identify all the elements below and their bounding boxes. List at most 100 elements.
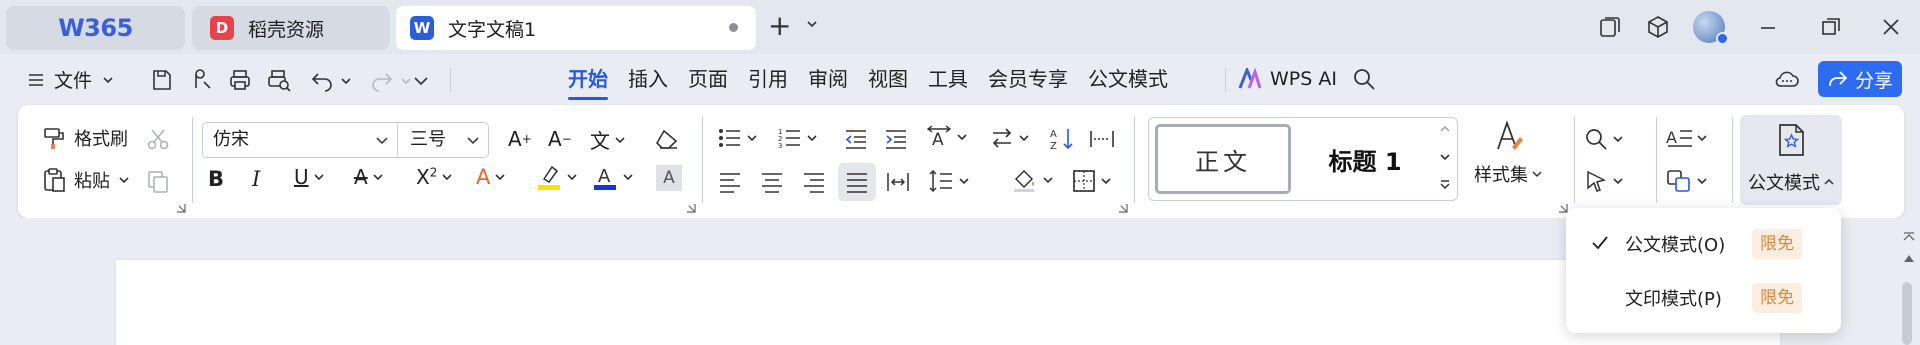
select-cursor-icon xyxy=(1587,170,1607,192)
scroll-up-icon[interactable] xyxy=(1902,252,1916,264)
style-set-button[interactable]: 样式集 xyxy=(1474,119,1542,187)
menu-item-label: 公文模式(O) xyxy=(1625,235,1726,256)
align-center-icon[interactable] xyxy=(760,171,784,193)
shrink-font-icon[interactable]: A − xyxy=(548,127,572,151)
text-layout-button[interactable]: A xyxy=(1666,127,1708,149)
cut-icon[interactable] xyxy=(146,127,170,151)
dialog-launcher-icon[interactable] xyxy=(686,203,696,213)
tab-view[interactable]: 视图 xyxy=(858,64,918,94)
tab-start[interactable]: 开始 xyxy=(558,64,618,100)
print-preview-icon[interactable] xyxy=(266,68,292,92)
wps-ai-button[interactable]: WPS AI xyxy=(1238,68,1337,90)
text-direction-button[interactable]: A xyxy=(926,125,968,149)
distribute-icon[interactable] xyxy=(886,171,910,193)
superscript-button[interactable]: X2 xyxy=(416,165,453,189)
style-heading-1[interactable]: 标题 1 xyxy=(1305,128,1425,190)
show-marks-icon[interactable] xyxy=(1090,129,1114,149)
paste-button[interactable]: 粘贴 xyxy=(42,167,130,193)
gallery-up-icon[interactable] xyxy=(1439,124,1451,134)
window-switch-icon[interactable] xyxy=(1598,15,1622,39)
scroll-page-up-icon[interactable] xyxy=(1902,228,1916,242)
find-button[interactable] xyxy=(1584,127,1624,151)
increase-indent-icon[interactable] xyxy=(884,128,908,150)
paste-icon xyxy=(44,168,65,192)
style-set-icon xyxy=(1497,120,1523,150)
file-menu[interactable]: 文件 xyxy=(28,66,114,93)
new-tab-plus-icon[interactable]: + xyxy=(768,12,791,40)
document-page[interactable] xyxy=(116,260,1780,345)
tab-references[interactable]: 引用 xyxy=(738,64,798,94)
menu-item-print-mode[interactable]: 文印模式(P) 限免 xyxy=(1566,276,1841,320)
tab-home-w365[interactable]: W365 xyxy=(6,6,185,50)
character-shading-icon[interactable]: A xyxy=(656,165,682,191)
save-icon[interactable] xyxy=(150,68,174,92)
gongwen-mode-button[interactable]: 公文模式 xyxy=(1740,115,1842,205)
tab-tools[interactable]: 工具 xyxy=(918,64,978,94)
highlighter-icon xyxy=(538,165,560,190)
close-icon[interactable] xyxy=(1880,16,1902,38)
cloud-icon[interactable] xyxy=(1774,67,1800,91)
select-button[interactable] xyxy=(1584,169,1624,193)
redo-icon[interactable] xyxy=(370,68,394,92)
tab-document-1[interactable]: W 文字文稿1 xyxy=(396,6,756,50)
menu-bar: 文件 开始 插入 页面 引用 审阅 视图 工具 会员专享 公文模式 WPS AI… xyxy=(0,54,1920,104)
align-justify-button[interactable] xyxy=(838,163,876,201)
print-icon[interactable] xyxy=(228,68,252,92)
text-effect-button[interactable]: A xyxy=(476,165,506,189)
unsaved-indicator[interactable] xyxy=(729,23,738,32)
bullet-list-button[interactable] xyxy=(718,127,758,149)
borders-button[interactable] xyxy=(1072,169,1112,193)
dialog-launcher-icon[interactable] xyxy=(1118,203,1128,213)
menu-item-gongwen-mode[interactable]: 公文模式(O) 限免 xyxy=(1566,222,1841,266)
grow-font-icon[interactable]: A + xyxy=(508,127,532,151)
chevron-down-icon[interactable] xyxy=(806,18,818,30)
copy-icon[interactable] xyxy=(146,169,170,195)
highlight-button[interactable] xyxy=(536,163,578,191)
tab-gongwen[interactable]: 公文模式 xyxy=(1078,64,1178,94)
tab-docer-resources[interactable]: D 稻壳资源 xyxy=(192,6,390,50)
italic-icon[interactable]: I xyxy=(252,167,260,191)
restore-icon[interactable] xyxy=(1820,16,1842,38)
ribbon: 格式刷 粘贴 仿宋 三号 A + A − 文 B I U A X2 A A A 12… xyxy=(18,105,1904,218)
line-spacing-button[interactable] xyxy=(928,169,970,193)
divider xyxy=(702,117,703,203)
share-button[interactable]: 分享 xyxy=(1818,61,1902,97)
sort-icon[interactable]: AZ xyxy=(1050,127,1076,151)
share-icon xyxy=(1829,71,1847,86)
tab-review[interactable]: 审阅 xyxy=(798,64,858,94)
align-justify-icon xyxy=(847,173,867,193)
dialog-launcher-icon[interactable] xyxy=(176,203,186,213)
style-normal[interactable]: 正文 xyxy=(1155,124,1291,194)
align-right-icon[interactable] xyxy=(802,171,826,193)
chevron-down-icon[interactable] xyxy=(340,75,352,87)
vertical-scrollbar[interactable] xyxy=(1902,282,1912,345)
underline-button[interactable]: U xyxy=(294,165,325,189)
arrange-button[interactable] xyxy=(1666,169,1708,193)
phonetic-guide-icon[interactable]: 文 xyxy=(590,125,626,154)
bold-icon[interactable]: B xyxy=(208,167,224,191)
dialog-launcher-icon[interactable] xyxy=(1558,203,1568,213)
paragraph-direction-button[interactable] xyxy=(990,127,1030,149)
export-pdf-icon[interactable] xyxy=(190,68,214,92)
undo-icon[interactable] xyxy=(310,68,334,92)
format-painter-button[interactable]: 格式刷 xyxy=(42,125,128,151)
font-name-select[interactable]: 仿宋 xyxy=(202,122,398,158)
gallery-expand-icon[interactable] xyxy=(1439,178,1451,192)
font-size-select[interactable]: 三号 xyxy=(397,122,489,158)
cube-icon[interactable] xyxy=(1645,14,1671,40)
tab-page[interactable]: 页面 xyxy=(678,64,738,94)
tab-member[interactable]: 会员专享 xyxy=(978,64,1078,94)
minimize-icon[interactable] xyxy=(1758,18,1778,38)
svg-text:A: A xyxy=(932,130,944,149)
tab-insert[interactable]: 插入 xyxy=(618,64,678,94)
numbered-list-button[interactable]: 123 xyxy=(778,127,818,149)
more-chevron-icon[interactable] xyxy=(412,72,430,90)
search-icon[interactable] xyxy=(1352,67,1376,91)
font-color-button[interactable]: A xyxy=(592,163,634,191)
gallery-down-icon[interactable] xyxy=(1439,152,1451,162)
strikethrough-button[interactable]: A xyxy=(354,165,384,189)
align-left-icon[interactable] xyxy=(718,171,742,193)
decrease-indent-icon[interactable] xyxy=(844,128,868,150)
clear-format-icon[interactable] xyxy=(654,127,680,151)
shading-button[interactable] xyxy=(1012,167,1054,193)
